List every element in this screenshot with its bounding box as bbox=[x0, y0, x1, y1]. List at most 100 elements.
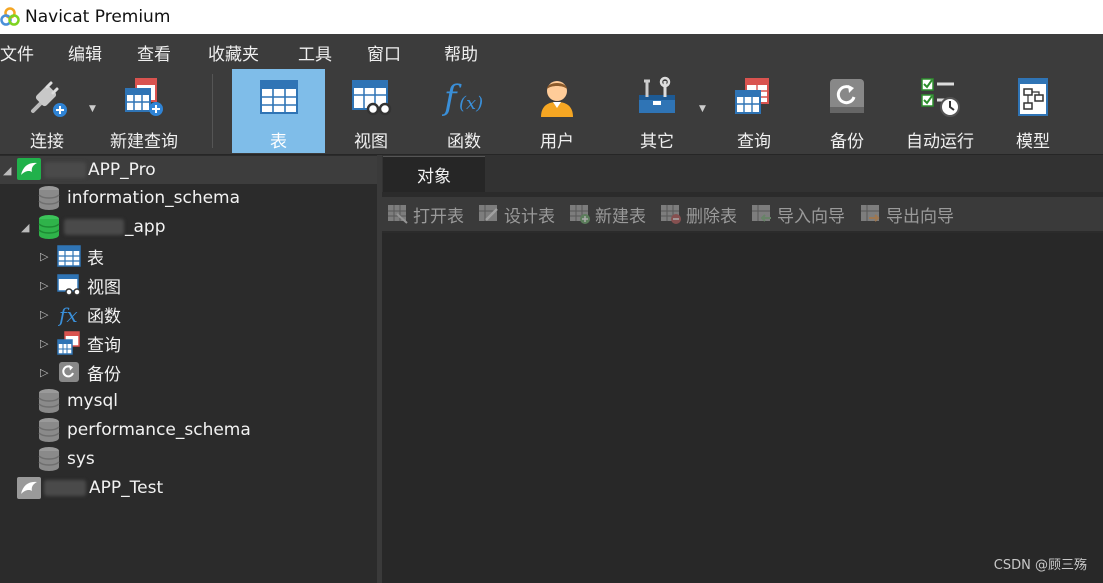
new-query-icon bbox=[122, 75, 166, 119]
other-button[interactable]: 其它 bbox=[611, 69, 703, 153]
new-table-label: 新建表 bbox=[595, 206, 646, 227]
tree-item-tables[interactable]: ▷ 表 bbox=[0, 242, 377, 270]
database-open-icon bbox=[38, 214, 60, 240]
function-icon: fx bbox=[57, 302, 82, 331]
tree-db-performance-schema[interactable]: performance_schema bbox=[0, 416, 377, 444]
tree-item-label: 查询 bbox=[87, 335, 121, 356]
user-label: 用户 bbox=[540, 132, 574, 152]
expand-arrow-icon[interactable]: ▷ bbox=[40, 366, 48, 379]
connect-button[interactable]: 连接 bbox=[4, 69, 90, 153]
open-table-icon bbox=[387, 204, 409, 224]
expand-arrow-icon[interactable]: ▷ bbox=[40, 250, 48, 263]
watermark-text: CSDN @顾三殇 bbox=[993, 558, 1087, 573]
database-label: mysql bbox=[67, 391, 118, 411]
design-table-icon bbox=[478, 204, 500, 224]
tree-connection-app-test[interactable]: APP_Test bbox=[0, 474, 377, 502]
model-button[interactable]: 模型 bbox=[987, 69, 1079, 153]
tab-strip: 对象 bbox=[382, 155, 1103, 192]
query-label: 查询 bbox=[737, 132, 771, 152]
import-wizard-button[interactable]: 导入向导 bbox=[751, 202, 845, 227]
menu-help[interactable]: 帮助 bbox=[444, 40, 478, 65]
query-button[interactable]: 查询 bbox=[708, 69, 800, 153]
mysql-connection-icon bbox=[17, 477, 41, 499]
window-title: Navicat Premium bbox=[25, 7, 171, 27]
collapse-arrow-icon[interactable]: ◢ bbox=[21, 221, 29, 234]
new-table-button[interactable]: 新建表 bbox=[569, 202, 646, 227]
model-label: 模型 bbox=[1016, 132, 1050, 152]
tree-item-label: 视图 bbox=[87, 277, 121, 298]
open-table-button[interactable]: 打开表 bbox=[387, 202, 464, 227]
tree-db-information-schema[interactable]: information_schema bbox=[0, 184, 377, 212]
connection-label: APP_Test bbox=[89, 478, 164, 498]
object-list-area[interactable]: CSDN @顾三殇 bbox=[382, 233, 1103, 583]
backup-button[interactable]: 备份 bbox=[801, 69, 893, 153]
backup-icon bbox=[58, 361, 80, 388]
automation-icon bbox=[918, 75, 962, 119]
tree-item-backups[interactable]: ▷ 备份 bbox=[0, 358, 377, 386]
database-label: information_schema bbox=[67, 188, 241, 208]
delete-table-button[interactable]: 删除表 bbox=[660, 202, 737, 227]
export-wizard-button[interactable]: 导出向导 bbox=[860, 202, 954, 227]
user-icon bbox=[535, 75, 579, 119]
query-icon bbox=[57, 331, 81, 360]
export-wizard-label: 导出向导 bbox=[886, 206, 954, 227]
automation-button[interactable]: 自动运行 bbox=[894, 69, 986, 153]
delete-table-label: 删除表 bbox=[686, 206, 737, 227]
function-icon: f (x) bbox=[441, 75, 486, 119]
menu-view[interactable]: 查看 bbox=[137, 40, 171, 65]
toolbar-separator bbox=[212, 74, 213, 148]
connect-dropdown-icon[interactable]: ▼ bbox=[89, 104, 96, 114]
redacted-db-text bbox=[64, 219, 124, 235]
user-button[interactable]: 用户 bbox=[511, 69, 603, 153]
table-button[interactable]: 表 bbox=[232, 69, 325, 153]
tree-item-functions[interactable]: ▷ fx 函数 bbox=[0, 300, 377, 328]
mysql-connection-icon bbox=[17, 158, 41, 180]
import-wizard-label: 导入向导 bbox=[777, 206, 845, 227]
menu-bar: 文件 编辑 查看 收藏夹 工具 窗口 帮助 bbox=[0, 34, 1103, 68]
expand-arrow-icon[interactable]: ▷ bbox=[40, 308, 48, 321]
connect-label: 连接 bbox=[30, 132, 64, 152]
table-icon bbox=[57, 245, 81, 272]
database-icon bbox=[38, 388, 60, 414]
connection-tree: ◢ APP_Pro information_schema ◢ _app ▷ 表 … bbox=[0, 155, 377, 583]
expand-arrow-icon[interactable]: ▷ bbox=[40, 337, 48, 350]
export-icon bbox=[860, 204, 882, 224]
database-icon bbox=[38, 185, 60, 211]
new-query-button[interactable]: 新建查询 bbox=[100, 69, 188, 153]
tree-item-label: 函数 bbox=[87, 306, 121, 327]
expand-arrow-icon[interactable]: ▷ bbox=[40, 279, 48, 292]
database-icon bbox=[38, 446, 60, 472]
design-table-button[interactable]: 设计表 bbox=[478, 202, 555, 227]
tree-item-views[interactable]: ▷ 视图 bbox=[0, 271, 377, 299]
object-toolbar: 打开表 设计表 新建表 删除表 导入向导 导出向导 bbox=[382, 197, 1103, 231]
import-icon bbox=[751, 204, 773, 224]
menu-edit[interactable]: 编辑 bbox=[68, 40, 102, 65]
function-label: 函数 bbox=[447, 132, 481, 152]
tree-connection-app-pro[interactable]: ◢ APP_Pro bbox=[0, 156, 377, 184]
menu-file[interactable]: 文件 bbox=[0, 40, 34, 65]
connection-label: APP_Pro bbox=[88, 160, 156, 180]
tree-db-app[interactable]: ◢ _app bbox=[0, 213, 377, 241]
menu-favorites[interactable]: 收藏夹 bbox=[208, 40, 259, 65]
view-button[interactable]: 视图 bbox=[325, 69, 417, 153]
tree-item-label: 备份 bbox=[87, 364, 121, 385]
tree-item-queries[interactable]: ▷ 查询 bbox=[0, 329, 377, 357]
svg-text:fx: fx bbox=[58, 303, 78, 326]
other-dropdown-icon[interactable]: ▼ bbox=[699, 104, 706, 114]
plug-icon bbox=[25, 75, 69, 119]
tree-item-label: 表 bbox=[87, 248, 104, 269]
tree-db-sys[interactable]: sys bbox=[0, 445, 377, 473]
menu-tools[interactable]: 工具 bbox=[298, 40, 332, 65]
backup-label: 备份 bbox=[830, 132, 864, 152]
menu-window[interactable]: 窗口 bbox=[367, 40, 401, 65]
table-icon bbox=[257, 75, 301, 119]
automation-label: 自动运行 bbox=[906, 132, 974, 152]
tab-objects[interactable]: 对象 bbox=[383, 156, 485, 192]
function-button[interactable]: f (x) 函数 bbox=[418, 69, 510, 153]
query-icon bbox=[732, 75, 776, 119]
database-label: sys bbox=[67, 449, 95, 469]
backup-icon bbox=[825, 75, 869, 119]
tree-db-mysql[interactable]: mysql bbox=[0, 387, 377, 415]
toolbox-icon bbox=[635, 75, 679, 119]
collapse-arrow-icon[interactable]: ◢ bbox=[3, 164, 11, 177]
